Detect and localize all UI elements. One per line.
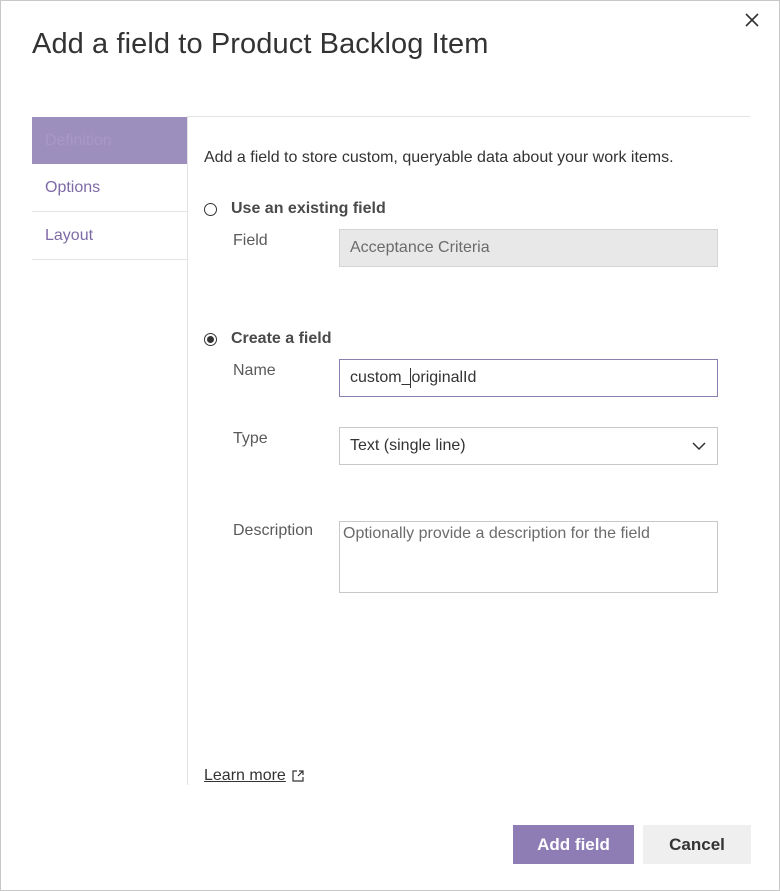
use-existing-field-label: Use an existing field — [231, 200, 386, 217]
cancel-button[interactable]: Cancel — [643, 825, 751, 864]
name-value-part: custom_ — [350, 369, 411, 386]
field-label: Field — [233, 232, 268, 249]
use-existing-field-radio[interactable]: Use an existing field — [204, 200, 386, 218]
nav-item-label: Definition — [45, 131, 112, 149]
add-field-button[interactable]: Add field — [513, 825, 634, 864]
dialog-nav: Definition Options Layout — [32, 117, 187, 260]
nav-item-label: Layout — [45, 226, 94, 244]
type-label: Type — [233, 430, 268, 447]
nav-item-layout[interactable]: Layout — [32, 212, 187, 260]
nav-item-label: Options — [45, 178, 101, 196]
type-select-value: Text (single line) — [350, 437, 466, 454]
description-textarea[interactable]: Optionally provide a description for the… — [339, 521, 718, 593]
title-divider — [187, 116, 750, 117]
create-field-radio[interactable]: Create a field — [204, 330, 331, 348]
close-button[interactable] — [739, 7, 765, 33]
learn-more-link[interactable]: Learn more — [204, 767, 304, 785]
description-label: Description — [233, 522, 314, 539]
intro-text: Add a field to store custom, queryable d… — [204, 149, 674, 166]
dialog-title: Add a field to Product Backlog Item — [32, 28, 489, 60]
radio-unchecked-icon — [204, 202, 217, 216]
nav-item-definition[interactable]: Definition — [32, 117, 187, 164]
close-icon — [745, 13, 759, 27]
chevron-down-icon — [681, 428, 717, 464]
existing-field-input: Acceptance Criteria — [339, 229, 718, 267]
learn-more-label: Learn more — [204, 767, 286, 784]
nav-item-options[interactable]: Options — [32, 164, 187, 212]
type-select[interactable]: Text (single line) — [339, 427, 718, 465]
name-label: Name — [233, 362, 276, 379]
create-field-label: Create a field — [231, 330, 332, 347]
name-input[interactable]: custom_ originalId — [339, 359, 718, 397]
external-link-icon — [292, 770, 304, 782]
add-field-dialog: Add a field to Product Backlog Item Defi… — [0, 0, 780, 891]
nav-divider — [187, 117, 188, 785]
name-value-part: originalId — [411, 369, 477, 386]
radio-checked-icon — [204, 332, 217, 346]
